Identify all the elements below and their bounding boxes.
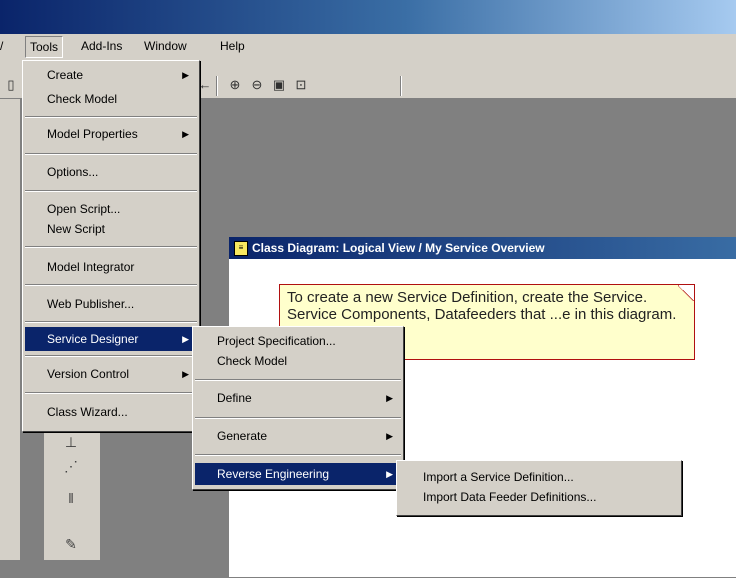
submenu-arrow-icon: ▶ bbox=[386, 431, 393, 441]
toolbar-separator bbox=[400, 76, 402, 96]
diagram-title-bar[interactable]: ≡ Class Diagram: Logical View / My Servi… bbox=[229, 237, 736, 259]
submenu-arrow-icon: ▶ bbox=[386, 393, 393, 403]
menu-separator bbox=[25, 153, 197, 155]
submenu-arrow-icon: ▶ bbox=[182, 369, 189, 379]
menu-separator bbox=[25, 392, 197, 394]
generalization-tool-icon[interactable]: ⊥ bbox=[56, 434, 86, 451]
dependency-tool-icon[interactable]: ‖ bbox=[56, 490, 86, 506]
diagram-toolbox: ⊥ ⋰ ‖ ✎ bbox=[44, 424, 101, 560]
zoom-in-icon[interactable]: ⊕ bbox=[226, 76, 244, 94]
menu-separator bbox=[25, 190, 197, 192]
submenu-arrow-icon: ▶ bbox=[386, 469, 393, 479]
fit-selection-icon[interactable]: ⊡ bbox=[292, 76, 310, 94]
service-designer-menu: Project Specification... Check Model Def… bbox=[192, 326, 404, 490]
submenu-arrow-icon: ▶ bbox=[182, 129, 189, 139]
menu-partial-left[interactable]: / bbox=[0, 39, 3, 53]
submenu-arrow-icon: ▶ bbox=[182, 334, 189, 344]
diagram-title: Class Diagram: Logical View / My Service… bbox=[252, 241, 545, 255]
menu-add-ins[interactable]: Add-Ins bbox=[81, 39, 122, 53]
left-docked-panel bbox=[0, 99, 21, 560]
menu-bar: / Tools Add-Ins Window Help bbox=[0, 34, 736, 59]
menu-separator bbox=[25, 355, 197, 357]
menu-separator bbox=[195, 379, 401, 381]
menu-item-service-designer[interactable]: Service Designer ▶ bbox=[25, 327, 197, 351]
fit-window-icon[interactable]: ▣ bbox=[270, 76, 288, 94]
menu-separator bbox=[25, 321, 197, 323]
menu-tools[interactable]: Tools bbox=[25, 36, 64, 58]
class-diagram-icon: ≡ bbox=[234, 241, 248, 256]
toolbar-partial-icon[interactable]: ▯ bbox=[2, 76, 20, 94]
reverse-engineering-menu: Import a Service Definition... Import Da… bbox=[396, 460, 682, 516]
note-tool-icon[interactable]: ✎ bbox=[56, 536, 86, 553]
menu-separator bbox=[25, 284, 197, 286]
application-title-bar bbox=[0, 0, 736, 34]
menu-separator bbox=[195, 454, 401, 456]
menu-window[interactable]: Window bbox=[144, 39, 187, 53]
menu-separator bbox=[25, 246, 197, 248]
menu-separator bbox=[195, 417, 401, 419]
toolbar-separator bbox=[216, 76, 218, 96]
note-folded-corner bbox=[678, 285, 694, 301]
menu-item-reverse-engineering[interactable]: Reverse Engineering ▶ bbox=[195, 463, 401, 485]
zoom-out-icon[interactable]: ⊖ bbox=[248, 76, 266, 94]
menu-separator bbox=[25, 116, 197, 118]
menu-help[interactable]: Help bbox=[220, 39, 245, 53]
realization-tool-icon[interactable]: ⋰ bbox=[56, 458, 86, 475]
note-text: To create a new Service Definition, crea… bbox=[287, 289, 677, 323]
tools-menu: Create ▶ Check Model Model Properties ▶ … bbox=[22, 60, 200, 432]
submenu-arrow-icon: ▶ bbox=[182, 70, 189, 80]
